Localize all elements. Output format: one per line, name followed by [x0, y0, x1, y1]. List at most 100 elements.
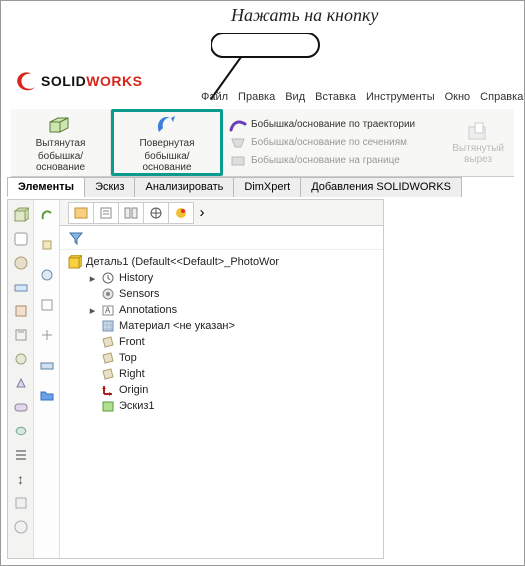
- tool-c-icon[interactable]: [12, 278, 30, 296]
- tab-addins[interactable]: Добавления SOLIDWORKS: [300, 177, 462, 197]
- menu-tools[interactable]: Инструменты: [366, 91, 435, 103]
- menu-window[interactable]: Окно: [445, 91, 471, 103]
- mid-c-icon[interactable]: [38, 266, 56, 284]
- expander-icon[interactable]: [88, 402, 97, 411]
- extruded-cut-icon: [465, 121, 491, 143]
- expander-icon[interactable]: ▸: [88, 274, 97, 283]
- menu-bar: Файл Правка Вид Вставка Инструменты Окно…: [201, 91, 523, 103]
- menu-file[interactable]: Файл: [201, 91, 228, 103]
- mid-a-icon[interactable]: [38, 206, 56, 224]
- origin-icon: [101, 383, 115, 397]
- lofted-boss-button[interactable]: Бобышка/основание по сечениям: [229, 136, 436, 150]
- swept-boss-icon: [229, 118, 247, 132]
- configuration-manager-tab[interactable]: [118, 202, 144, 224]
- mid-f-icon[interactable]: [38, 356, 56, 374]
- tree-sketch1-label: Эскиз1: [119, 400, 155, 412]
- expander-icon[interactable]: [88, 290, 97, 299]
- manager-tabs-more[interactable]: ›: [193, 202, 211, 224]
- left-toolbar: ↕: [8, 200, 34, 558]
- tool-dim-icon[interactable]: ↕: [12, 470, 30, 488]
- dimxpert-manager-tab[interactable]: [143, 202, 169, 224]
- tool-d-icon[interactable]: [12, 302, 30, 320]
- tree-annotations[interactable]: ▸ A Annotations: [68, 302, 379, 318]
- tree-top-label: Top: [119, 352, 137, 364]
- menu-edit[interactable]: Правка: [238, 91, 275, 103]
- tree-material[interactable]: Материал <не указан>: [68, 318, 379, 334]
- sketch-icon: [101, 399, 115, 413]
- tree-root-part[interactable]: Деталь1 (Default<<Default>_PhotoWor: [68, 254, 379, 270]
- tool-f-icon[interactable]: [12, 350, 30, 368]
- tab-analyze[interactable]: Анализировать: [134, 177, 234, 197]
- boundary-boss-icon: [229, 154, 247, 168]
- tree-history[interactable]: ▸ History: [68, 270, 379, 286]
- tree-sensors[interactable]: Sensors: [68, 286, 379, 302]
- tool-i-icon[interactable]: [12, 422, 30, 440]
- expander-icon[interactable]: [88, 386, 97, 395]
- plane-icon: [101, 335, 115, 349]
- tree-origin[interactable]: Origin: [68, 382, 379, 398]
- plane-icon: [101, 367, 115, 381]
- boundary-boss-button[interactable]: Бобышка/основание на границе: [229, 154, 436, 168]
- tree-right-label: Right: [119, 368, 145, 380]
- extruded-boss-button[interactable]: Вытянутая бобышка/основание: [11, 109, 111, 176]
- history-icon: [101, 271, 115, 285]
- tool-j-icon[interactable]: [12, 446, 30, 464]
- expander-icon[interactable]: [88, 370, 97, 379]
- display-manager-tab[interactable]: [168, 202, 194, 224]
- tool-h-icon[interactable]: [12, 398, 30, 416]
- filter-icon[interactable]: [68, 230, 84, 246]
- tool-cube-icon[interactable]: [12, 206, 30, 224]
- tree-top-plane[interactable]: Top: [68, 350, 379, 366]
- tool-e-icon[interactable]: [12, 326, 30, 344]
- feature-manager-tab[interactable]: [68, 202, 94, 224]
- tool-g-icon[interactable]: [12, 374, 30, 392]
- tool-l-icon[interactable]: [12, 518, 30, 536]
- mid-d-icon[interactable]: [38, 296, 56, 314]
- boundary-boss-label: Бобышка/основание на границе: [251, 155, 400, 166]
- sensors-icon: [101, 287, 115, 301]
- lofted-boss-label: Бобышка/основание по сечениям: [251, 137, 407, 148]
- extruded-cut-label1: Вытянутый: [452, 143, 504, 154]
- revolved-boss-label1: Повернутая: [139, 138, 194, 149]
- svg-text:A: A: [105, 306, 111, 315]
- plane-icon: [101, 351, 115, 365]
- revolved-boss-button[interactable]: Повернутая бобышка/основание: [111, 109, 223, 176]
- mid-b-icon[interactable]: [38, 236, 56, 254]
- extruded-cut-label2: вырез: [464, 154, 492, 165]
- extruded-cut-button[interactable]: Вытянутый вырез: [442, 109, 514, 176]
- mid-folder-icon[interactable]: [38, 386, 56, 404]
- menu-insert[interactable]: Вставка: [315, 91, 356, 103]
- menu-help[interactable]: Справка: [480, 91, 523, 103]
- expander-icon[interactable]: ▸: [88, 306, 97, 315]
- tree-front-plane[interactable]: Front: [68, 334, 379, 350]
- mid-toolbar: [34, 200, 60, 558]
- tab-dimxpert[interactable]: DimXpert: [233, 177, 301, 197]
- annotations-icon: A: [101, 303, 115, 317]
- logo-text-solid: SOLID: [41, 73, 86, 89]
- tool-a-icon[interactable]: [12, 230, 30, 248]
- feature-tree[interactable]: Деталь1 (Default<<Default>_PhotoWor ▸ Hi…: [60, 250, 383, 418]
- swept-boss-label: Бобышка/основание по траектории: [251, 119, 415, 130]
- features-ribbon: Вытянутая бобышка/основание Повернутая б…: [11, 109, 514, 177]
- swept-boss-button[interactable]: Бобышка/основание по траектории: [229, 118, 436, 132]
- feature-filter-row: [60, 226, 383, 250]
- mid-e-icon[interactable]: [38, 326, 56, 344]
- content-area: ↕ ›: [7, 199, 384, 559]
- tab-features[interactable]: Элементы: [7, 177, 85, 197]
- expander-icon[interactable]: [88, 338, 97, 347]
- tool-k-icon[interactable]: [12, 494, 30, 512]
- help-annotation: Нажать на кнопку: [231, 5, 378, 26]
- expander-icon[interactable]: [88, 354, 97, 363]
- tree-sketch1[interactable]: Эскиз1: [68, 398, 379, 414]
- property-manager-tab[interactable]: [93, 202, 119, 224]
- logo-text-works: WORKS: [86, 73, 142, 89]
- lofted-boss-icon: [229, 136, 247, 150]
- command-manager-tabs: Элементы Эскиз Анализировать DimXpert До…: [7, 177, 461, 197]
- tab-sketch[interactable]: Эскиз: [84, 177, 135, 197]
- tool-b-icon[interactable]: [12, 254, 30, 272]
- tree-sensors-label: Sensors: [119, 288, 159, 300]
- menu-view[interactable]: Вид: [285, 91, 305, 103]
- expander-icon[interactable]: [88, 322, 97, 331]
- tree-root-label: Деталь1 (Default<<Default>_PhotoWor: [86, 256, 279, 268]
- tree-right-plane[interactable]: Right: [68, 366, 379, 382]
